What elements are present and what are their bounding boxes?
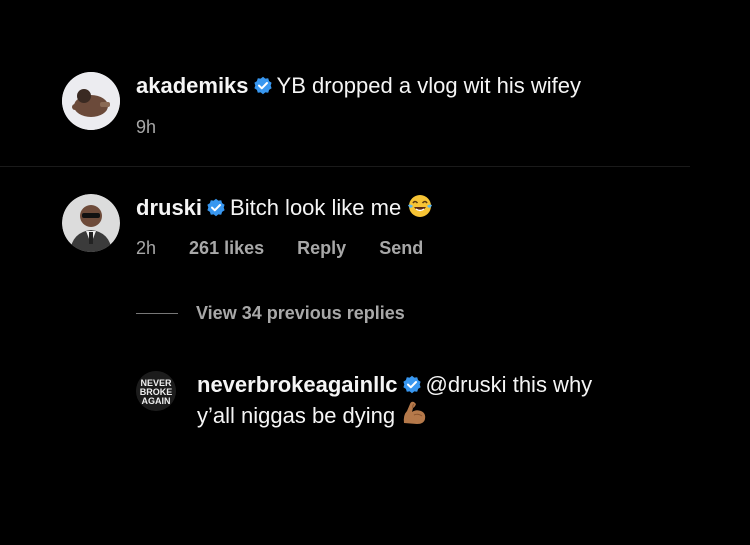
verified-badge-icon (206, 196, 226, 226)
comment-text: Bitch look like me (230, 195, 402, 220)
laughing-crying-emoji-icon (407, 193, 433, 227)
verified-badge-icon (253, 74, 273, 104)
mention-link[interactable]: @druski (426, 372, 507, 397)
username[interactable]: akademiks (136, 73, 249, 98)
likes-count[interactable]: 261 likes (189, 238, 264, 258)
send-button[interactable]: Send (379, 238, 423, 258)
username[interactable]: druski (136, 195, 202, 220)
comment-text: y’all niggas be dying (197, 403, 396, 428)
avatar[interactable] (62, 194, 120, 252)
comment-text: YB dropped a vlog wit his wifey (276, 73, 582, 98)
flexed-biceps-emoji-icon (401, 399, 429, 435)
timestamp: 2h (136, 238, 157, 258)
avatar-logo-text: AGAIN (142, 396, 171, 406)
view-replies-label: View 34 previous replies (196, 303, 405, 323)
username[interactable]: neverbrokeagainllc (197, 372, 398, 397)
view-previous-replies-button[interactable]: View 34 previous replies (136, 303, 405, 324)
reply-button[interactable]: Reply (297, 238, 346, 258)
avatar[interactable]: NEVER BROKE AGAIN (136, 371, 176, 411)
timestamp: 9h (136, 117, 157, 137)
comment-text: this why (512, 372, 593, 397)
divider (0, 166, 690, 167)
avatar[interactable] (62, 72, 120, 130)
replies-line-divider (136, 313, 178, 314)
